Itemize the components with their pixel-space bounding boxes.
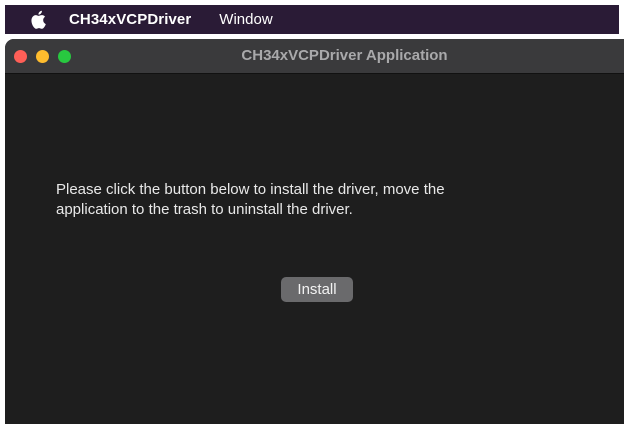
window-title: CH34xVCPDriver Application xyxy=(241,47,448,64)
instruction-line-1: Please click the button below to install… xyxy=(56,181,445,198)
screen: CH34xVCPDriver Window CH34xVCPDriver App… xyxy=(0,0,624,424)
apple-logo-glyph xyxy=(31,10,46,29)
menu-bar: CH34xVCPDriver Window xyxy=(5,5,619,34)
install-button[interactable]: Install xyxy=(281,277,353,302)
window-titlebar[interactable]: CH34xVCPDriver Application xyxy=(5,39,624,74)
instruction-message: Please click the button below to install… xyxy=(56,180,576,220)
menu-item-window[interactable]: Window xyxy=(219,11,272,28)
instruction-line-2: application to the trash to uninstall th… xyxy=(56,201,353,218)
apple-logo-icon[interactable] xyxy=(29,10,47,30)
menu-app-name[interactable]: CH34xVCPDriver xyxy=(69,11,191,28)
window-content: Please click the button below to install… xyxy=(5,74,624,424)
app-window: CH34xVCPDriver Application Please click … xyxy=(5,39,624,424)
